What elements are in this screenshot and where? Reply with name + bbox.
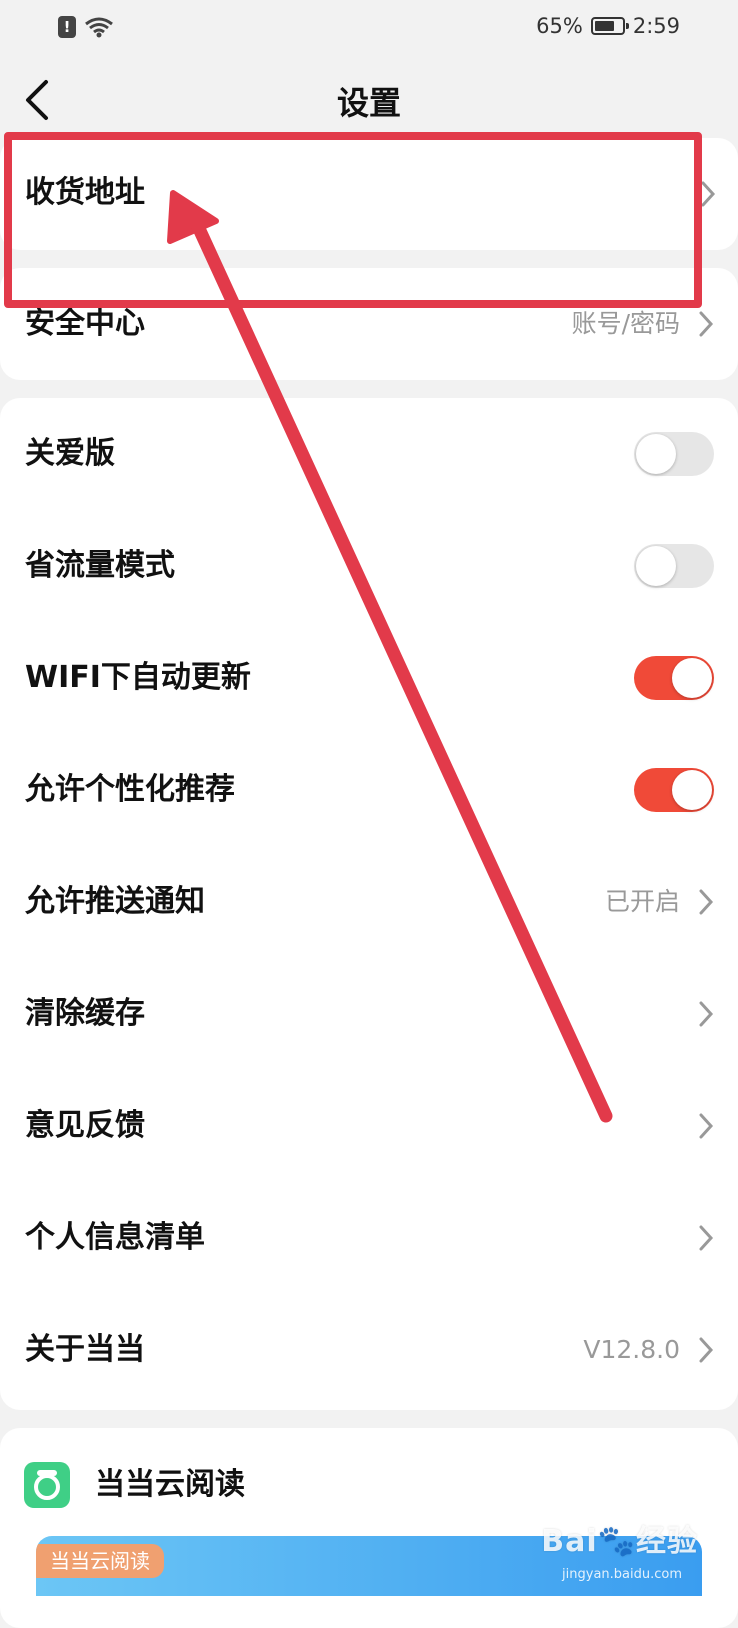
status-right: 65% 2:59 xyxy=(536,14,680,38)
toggle-knob xyxy=(636,546,676,586)
settings-row-feedback[interactable]: 意见反馈 xyxy=(0,1070,738,1182)
row-label: 清除缓存 xyxy=(25,996,145,1031)
chevron-right-icon xyxy=(701,181,716,207)
wifi-auto-update-toggle[interactable] xyxy=(634,656,714,700)
banner-tag: 当当云阅读 xyxy=(36,1544,164,1578)
settings-row-security-center[interactable]: 安全中心 账号/密码 xyxy=(0,268,738,380)
settings-row-push-notifications[interactable]: 允许推送通知 已开启 xyxy=(0,846,738,958)
data-saver-toggle[interactable] xyxy=(634,544,714,588)
row-label: 收货地址 xyxy=(25,175,145,210)
chevron-right-icon xyxy=(699,311,714,337)
chevron-right-icon xyxy=(699,1113,714,1139)
settings-row-about[interactable]: 关于当当 V12.8.0 xyxy=(0,1294,738,1406)
cloud-reading-app-icon xyxy=(24,1462,70,1508)
personalized-recommend-toggle[interactable] xyxy=(634,768,714,812)
chevron-right-icon xyxy=(699,889,714,915)
toggle-knob xyxy=(636,434,676,474)
toggle-knob xyxy=(672,770,712,810)
settings-row-shipping-address[interactable]: 收货地址 xyxy=(0,138,738,250)
row-value: 已开启 xyxy=(604,887,680,916)
row-label: WIFI下自动更新 xyxy=(25,660,251,695)
row-label: 个人信息清单 xyxy=(25,1220,205,1255)
watermark-sub: jingyan.baidu.com xyxy=(562,1567,682,1582)
battery-percent: 65% xyxy=(536,14,583,38)
settings-row-personalized-recommend: 允许个性化推荐 xyxy=(0,734,738,846)
settings-row-data-saver: 省流量模式 xyxy=(0,510,738,622)
row-label: 关于当当 xyxy=(25,1332,145,1367)
card-security: 安全中心 账号/密码 xyxy=(0,268,738,380)
status-bar: ! 65% 2:59 xyxy=(0,0,738,56)
status-left: ! xyxy=(58,16,114,38)
toggle-knob xyxy=(672,658,712,698)
settings-row-clear-cache[interactable]: 清除缓存 xyxy=(0,958,738,1070)
row-label: 意见反馈 xyxy=(25,1108,145,1143)
card-shipping: 收货地址 xyxy=(0,138,738,250)
row-label: 关爱版 xyxy=(25,436,115,471)
row-label: 允许个性化推荐 xyxy=(25,772,235,807)
chevron-right-icon xyxy=(699,1337,714,1363)
settings-row-personal-info-list[interactable]: 个人信息清单 xyxy=(0,1182,738,1294)
row-label: 省流量模式 xyxy=(25,548,175,583)
row-label: 安全中心 xyxy=(25,306,145,341)
baidu-jingyan-watermark: Bai🐾经验 xyxy=(541,1524,698,1559)
cloud-reading-label: 当当云阅读 xyxy=(95,1467,245,1502)
care-version-toggle[interactable] xyxy=(634,432,714,476)
alert-icon: ! xyxy=(58,16,76,38)
row-value: V12.8.0 xyxy=(583,1335,680,1364)
settings-row-wifi-auto-update: WIFI下自动更新 xyxy=(0,622,738,734)
battery-icon xyxy=(590,17,629,35)
nav-bar: 设置 xyxy=(0,56,738,144)
page-title: 设置 xyxy=(336,84,401,122)
clock: 2:59 xyxy=(632,14,680,38)
wifi-icon xyxy=(85,17,113,38)
row-label: 允许推送通知 xyxy=(25,884,205,919)
card-main-settings: 关爱版 省流量模式 WIFI下自动更新 允许个性化推荐 允许推送通知 已开启 清… xyxy=(0,398,738,1410)
settings-row-care-version: 关爱版 xyxy=(0,398,738,510)
chevron-right-icon xyxy=(699,1225,714,1251)
row-value: 账号/密码 xyxy=(571,309,680,338)
chevron-right-icon xyxy=(699,1001,714,1027)
